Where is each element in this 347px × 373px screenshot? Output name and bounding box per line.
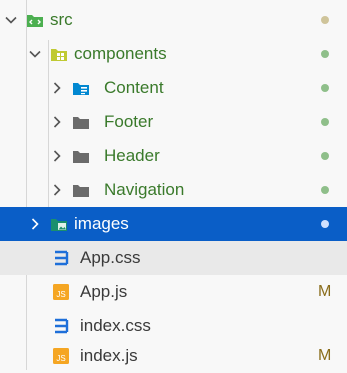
tree-row-content[interactable]: Content	[0, 71, 347, 105]
css-file-icon	[52, 317, 70, 335]
chevron-right-icon[interactable]	[50, 183, 64, 197]
tree-row-components[interactable]: components	[0, 37, 347, 71]
folder-icon	[72, 147, 90, 165]
chevron-right-icon[interactable]	[50, 149, 64, 163]
tree-row-footer[interactable]: Footer	[0, 105, 347, 139]
js-file-icon: JS	[52, 283, 70, 301]
folder-components-icon	[50, 45, 68, 63]
tree-item-label: Header	[104, 146, 160, 165]
tree-item-label: Navigation	[104, 180, 185, 199]
folder-icon	[72, 181, 90, 199]
tree-row-src[interactable]: src	[0, 3, 347, 37]
status-dot	[321, 220, 329, 228]
chevron-right-icon[interactable]	[50, 115, 64, 129]
tree-item-label: index.js	[80, 346, 138, 365]
tree-row-app-js[interactable]: JS App.js M	[0, 275, 347, 309]
chevron-down-icon[interactable]	[4, 13, 18, 27]
status-dot	[321, 152, 329, 160]
js-file-icon: JS	[52, 347, 70, 365]
status-dot	[321, 16, 329, 24]
tree-item-label: App.js	[80, 282, 128, 301]
folder-images-icon	[50, 215, 68, 233]
css-file-icon	[52, 249, 70, 267]
folder-content-icon	[72, 79, 90, 97]
status-dot	[321, 186, 329, 194]
tree-row-app-css[interactable]: App.css	[0, 241, 347, 275]
tree-item-label: components	[74, 44, 167, 63]
chevron-right-icon[interactable]	[50, 81, 64, 95]
svg-text:JS: JS	[56, 290, 65, 299]
svg-text:JS: JS	[56, 354, 65, 363]
status-dot	[321, 118, 329, 126]
modified-badge: M	[318, 283, 332, 300]
tree-item-label: App.css	[80, 248, 141, 267]
tree-item-label: src	[50, 10, 73, 29]
tree-item-label: index.css	[80, 316, 151, 335]
file-explorer-tree: src components Content Footer Header Nav…	[0, 0, 347, 370]
tree-row-navigation[interactable]: Navigation	[0, 173, 347, 207]
modified-badge: M	[318, 347, 332, 364]
tree-item-label: images	[74, 214, 129, 233]
folder-src-icon	[26, 11, 44, 29]
chevron-down-icon[interactable]	[28, 47, 42, 61]
tree-row-images[interactable]: images	[0, 207, 347, 241]
chevron-right-icon[interactable]	[28, 217, 42, 231]
tree-item-label: Footer	[104, 112, 154, 131]
tree-row-index-css[interactable]: index.css	[0, 309, 347, 343]
tree-item-label: Content	[104, 78, 164, 97]
tree-row-header[interactable]: Header	[0, 139, 347, 173]
status-dot	[321, 50, 329, 58]
tree-row-index-js[interactable]: JS index.js M	[0, 339, 347, 373]
status-dot	[321, 84, 329, 92]
folder-icon	[72, 113, 90, 131]
